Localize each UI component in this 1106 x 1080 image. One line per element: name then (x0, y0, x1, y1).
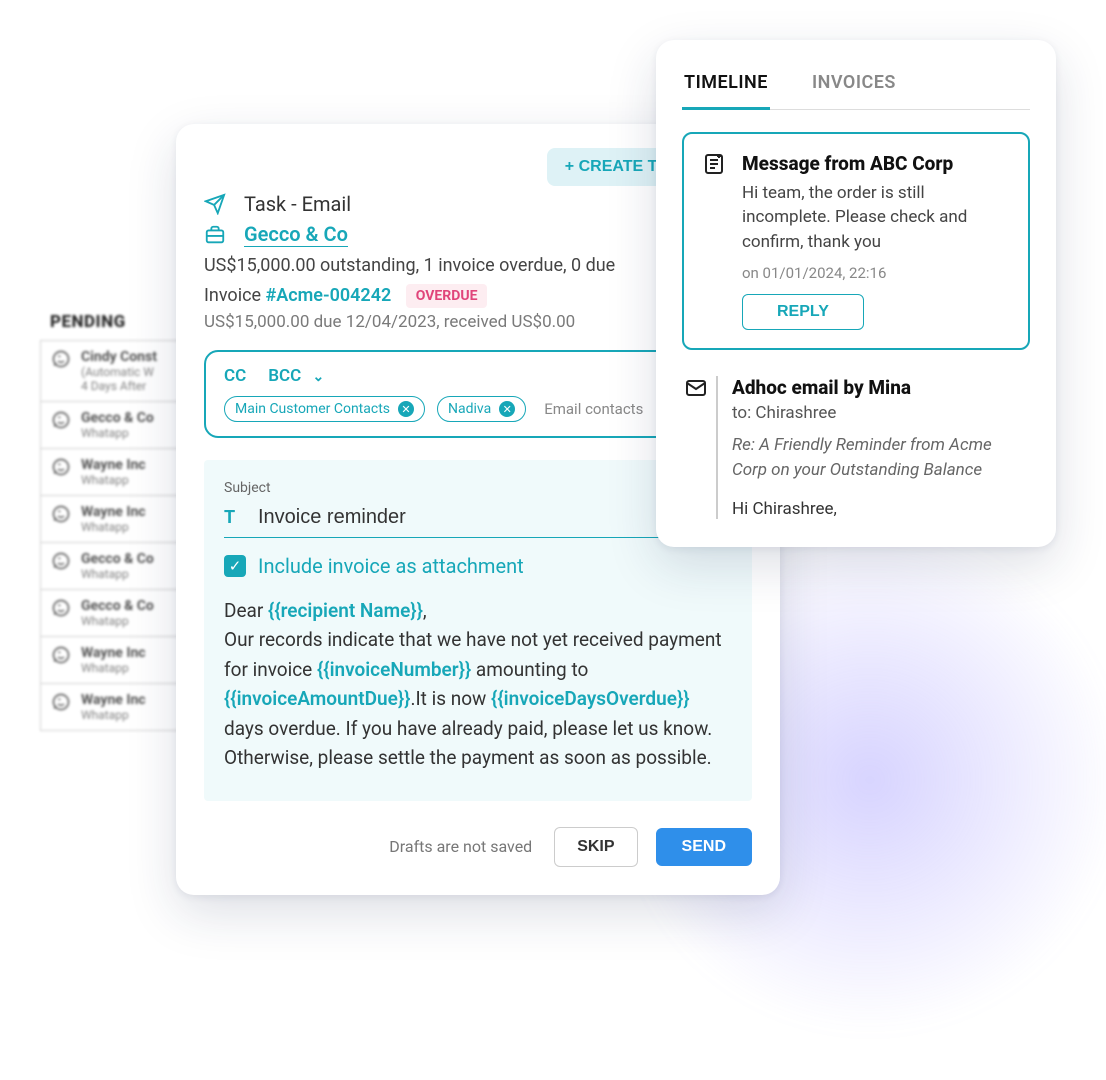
tab-timeline[interactable]: TIMELINE (682, 62, 770, 110)
email-body[interactable]: Dear {{recipient Name}}, Our records ind… (224, 596, 732, 773)
whatsapp-icon (51, 645, 71, 665)
send-icon (204, 193, 230, 215)
bcc-toggle[interactable]: BCC ⌄ (268, 366, 324, 386)
overdue-badge: OVERDUE (406, 284, 488, 308)
token-invoice-number: {{invoiceNumber}} (317, 658, 471, 681)
skip-button[interactable]: SKIP (554, 827, 637, 867)
recipient-chip[interactable]: Nadiva✕ (437, 396, 526, 422)
reply-button[interactable]: REPLY (742, 294, 864, 330)
whatsapp-icon (51, 692, 71, 712)
company-link[interactable]: Gecco & Co (244, 222, 348, 247)
whatsapp-icon (51, 551, 71, 571)
invoice-link[interactable]: #Acme-004242 (266, 285, 392, 306)
email-contacts-input[interactable]: Email contacts (544, 400, 643, 418)
token-amount-due: {{invoiceAmountDue}} (224, 687, 410, 710)
whatsapp-icon (51, 349, 71, 369)
token-recipient: {{recipient Name}} (268, 599, 423, 622)
recipient-chip[interactable]: Main Customer Contacts✕ (224, 396, 425, 422)
attach-checkbox[interactable]: ✓ (224, 555, 246, 577)
bcc-label: BCC (268, 366, 301, 386)
attach-label: Include invoice as attachment (258, 554, 524, 578)
email-title: Adhoc email by Mina (732, 376, 1030, 399)
whatsapp-icon (51, 410, 71, 430)
cc-label[interactable]: CC (224, 366, 246, 386)
email-subject: Re: A Friendly Reminder from Acme Corp o… (732, 433, 1030, 482)
email-to: to: Chirashree (732, 403, 1030, 423)
chip-remove-icon[interactable]: ✕ (499, 401, 515, 417)
message-body: Hi team, the order is still incomplete. … (742, 181, 1010, 255)
briefcase-icon (204, 224, 230, 246)
message-title: Message from ABC Corp (742, 152, 1010, 175)
note-add-icon (702, 152, 728, 331)
chip-remove-icon[interactable]: ✕ (398, 401, 414, 417)
whatsapp-icon (51, 598, 71, 618)
drafts-note: Drafts are not saved (389, 837, 532, 856)
timeline-email: Adhoc email by Mina to: Chirashree Re: A… (682, 376, 1030, 518)
whatsapp-icon (51, 504, 71, 524)
timeline-card: TIMELINE INVOICES Message from ABC Corp … (656, 40, 1056, 547)
chevron-down-icon: ⌄ (306, 369, 325, 385)
text-icon: T (224, 507, 244, 528)
send-button[interactable]: SEND (656, 828, 752, 866)
mail-icon (684, 376, 708, 518)
token-days-overdue: {{invoiceDaysOverdue}} (491, 687, 690, 710)
email-preview: Hi Chirashree, (732, 499, 1030, 519)
task-label: Task - Email (244, 192, 351, 216)
whatsapp-icon (51, 457, 71, 477)
message-meta: on 01/01/2024, 22:16 (742, 264, 1010, 282)
invoice-prefix: Invoice (204, 285, 266, 306)
timeline-message: Message from ABC Corp Hi team, the order… (682, 132, 1030, 351)
tab-invoices[interactable]: INVOICES (810, 62, 898, 109)
